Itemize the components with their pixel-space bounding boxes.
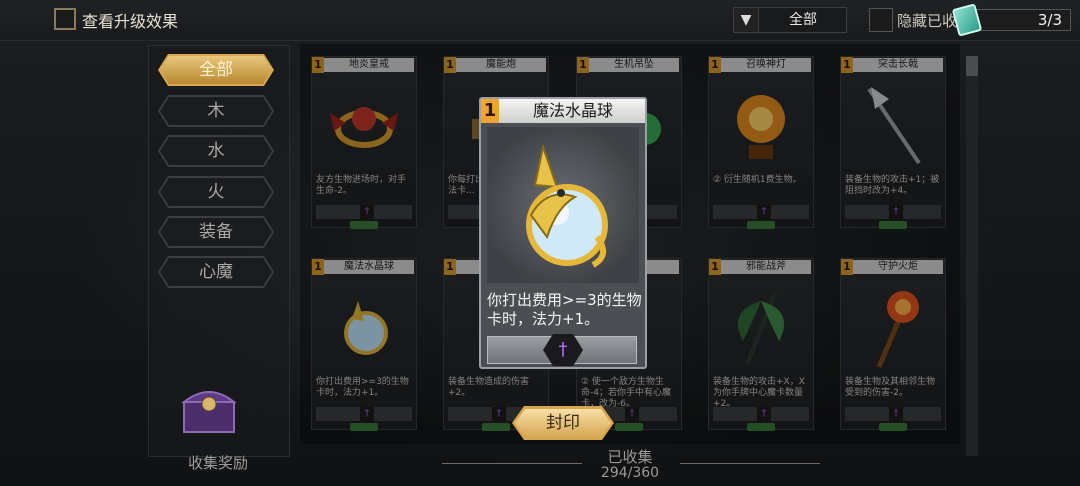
category-fire[interactable]: 火 xyxy=(158,176,274,208)
divider xyxy=(680,463,820,464)
progress-counter: 3/3 xyxy=(975,9,1071,31)
popup-description: 你打出费用>=3的生物卡时，法力+1。 xyxy=(487,291,642,328)
category-label: 装备 xyxy=(160,218,272,246)
hide-collected-checkbox[interactable] xyxy=(869,8,893,32)
category-equipment[interactable]: 装备 xyxy=(158,216,274,248)
card-detail-popup: 1 魔法水晶球 你打出费用>=3的生物卡时，法力+1。 † xyxy=(479,97,647,369)
seal-button-label: 封印 xyxy=(515,409,611,437)
show-upgrade-checkbox[interactable] xyxy=(54,8,76,30)
category-water[interactable]: 水 xyxy=(158,135,274,167)
popup-header: 1 魔法水晶球 xyxy=(481,99,645,123)
scrollbar-thumb[interactable] xyxy=(966,56,978,76)
category-wood[interactable]: 木 xyxy=(158,95,274,127)
show-upgrade-label: 查看升级效果 xyxy=(82,12,179,31)
category-label: 火 xyxy=(160,178,272,206)
category-label: 全部 xyxy=(160,56,272,84)
collected-count: 294/360 xyxy=(600,465,660,481)
collected-label: 已收集 xyxy=(607,448,653,466)
popup-title: 魔法水晶球 xyxy=(532,101,613,120)
divider xyxy=(442,463,582,464)
popup-cost: 1 xyxy=(481,99,499,123)
hide-collected-label: 隐藏已收 xyxy=(897,12,958,30)
category-heart-demon[interactable]: 心魔 xyxy=(158,256,274,288)
collect-reward-label: 收集奖励 xyxy=(187,454,248,472)
filter-value: 全部 xyxy=(789,12,817,28)
category-label: 水 xyxy=(160,137,272,165)
dropdown-arrow-icon[interactable]: ▼ xyxy=(734,8,759,32)
scrollbar[interactable] xyxy=(966,56,978,456)
category-all[interactable]: 全部 xyxy=(158,54,274,86)
popup-footer: † xyxy=(487,334,639,366)
category-label: 木 xyxy=(160,97,272,125)
category-label: 心魔 xyxy=(160,258,272,286)
crystal-orb-icon xyxy=(487,127,639,283)
filter-dropdown[interactable]: ▼ 全部 xyxy=(733,7,847,33)
treasure-chest-icon[interactable] xyxy=(178,382,240,434)
seal-button[interactable]: 封印 xyxy=(512,406,614,440)
